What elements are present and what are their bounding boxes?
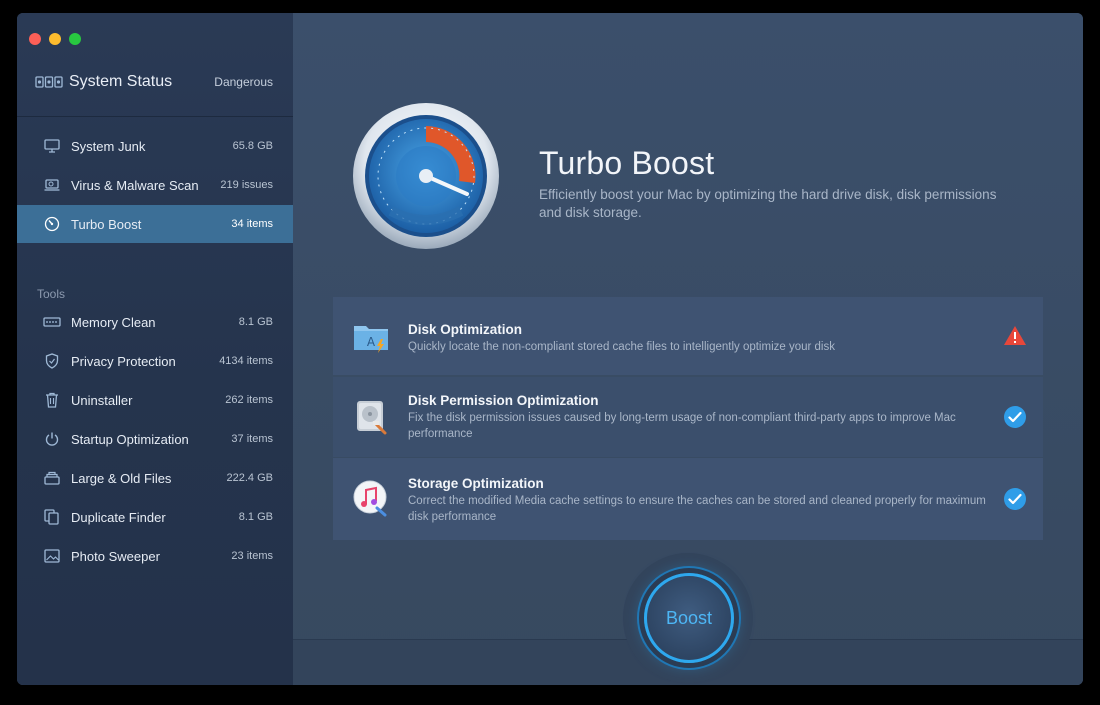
sidebar-divider — [17, 116, 293, 117]
card-title: Disk Optimization — [408, 322, 523, 337]
warning-icon — [1004, 326, 1026, 345]
sidebar-item-virus-malware-scan[interactable]: Virus & Malware Scan 219 issues — [17, 166, 293, 204]
music-note-icon — [353, 480, 387, 517]
sidebar-item-label: System Junk — [71, 138, 146, 154]
sidebar-item-privacy-protection[interactable]: Privacy Protection 4134 items — [17, 342, 293, 380]
check-circle-icon — [1004, 406, 1026, 428]
sidebar-item-uninstaller[interactable]: Uninstaller 262 items — [17, 381, 293, 419]
card-description: Correct the modified Media cache setting… — [408, 495, 986, 523]
sidebar-item-label: Uninstaller — [71, 392, 133, 408]
disk-utility-icon — [357, 401, 387, 435]
sidebar-item-value: 219 issues — [220, 179, 273, 191]
page-title: Turbo Boost — [539, 145, 715, 181]
sidebar-item-label: Photo Sweeper — [71, 548, 160, 564]
photo-icon — [43, 547, 61, 565]
system-status-icon — [35, 76, 63, 88]
sidebar-item-value: 222.4 GB — [226, 472, 273, 484]
memory-chip-icon — [43, 313, 61, 331]
duplicate-icon — [43, 508, 61, 526]
tools-section-label: Tools — [37, 287, 66, 301]
sidebar-item-value: 23 items — [231, 550, 273, 562]
card-disk-optimization[interactable]: A Disk Optimization Quickly locate the n… — [333, 297, 1043, 375]
sidebar-item-startup-optimization[interactable]: Startup Optimization 37 items — [17, 420, 293, 458]
app-folder-icon: A — [354, 326, 388, 353]
main-panel: Turbo Boost Efficiently boost your Mac b… — [293, 13, 1083, 685]
system-status-row[interactable]: System Status Dangerous — [35, 70, 273, 94]
card-description: Fix the disk permission issues caused by… — [408, 412, 956, 440]
card-disk-permission-optimization[interactable]: Disk Permission Optimization Fix the dis… — [333, 377, 1043, 457]
minimize-window-button[interactable] — [49, 33, 61, 45]
system-status-title: System Status — [69, 73, 173, 90]
system-status-value: Dangerous — [214, 75, 273, 89]
laptop-scan-icon — [43, 176, 61, 194]
window-controls — [29, 33, 81, 45]
sidebar-item-system-junk[interactable]: System Junk 65.8 GB — [17, 127, 293, 165]
file-stack-icon — [43, 469, 61, 487]
sidebar-item-value: 34 items — [231, 218, 273, 230]
sidebar-item-value: 4134 items — [219, 355, 273, 367]
card-description: Quickly locate the non-compliant stored … — [408, 341, 835, 353]
trash-icon — [43, 391, 61, 409]
sidebar-item-value: 8.1 GB — [238, 511, 273, 523]
sidebar-item-photo-sweeper[interactable]: Photo Sweeper 23 items — [17, 537, 293, 575]
power-icon — [43, 430, 61, 448]
sidebar-item-turbo-boost[interactable]: Turbo Boost 34 items — [17, 205, 293, 243]
sidebar-item-value: 262 items — [225, 394, 273, 406]
card-title: Storage Optimization — [408, 476, 544, 491]
sidebar-item-memory-clean[interactable]: Memory Clean 8.1 GB — [17, 303, 293, 341]
sidebar-item-label: Privacy Protection — [71, 353, 176, 369]
sidebar-item-label: Duplicate Finder — [71, 509, 166, 525]
card-storage-optimization[interactable]: Storage Optimization Correct the modifie… — [333, 458, 1043, 540]
sidebar-item-label: Large & Old Files — [71, 470, 172, 486]
sidebar-item-duplicate-finder[interactable]: Duplicate Finder 8.1 GB — [17, 498, 293, 536]
sidebar-item-large-old-files[interactable]: Large & Old Files 222.4 GB — [17, 459, 293, 497]
sidebar-item-label: Memory Clean — [71, 314, 156, 330]
zoom-window-button[interactable] — [69, 33, 81, 45]
card-title: Disk Permission Optimization — [408, 393, 599, 408]
boost-button[interactable]: Boost — [644, 573, 734, 663]
sidebar: System Status Dangerous System Junk 65.8… — [17, 13, 293, 685]
sidebar-item-label: Startup Optimization — [71, 431, 189, 447]
app-window: System Status Dangerous System Junk 65.8… — [17, 13, 1083, 685]
sidebar-item-label: Turbo Boost — [71, 216, 142, 232]
sidebar-item-value: 65.8 GB — [232, 140, 273, 152]
close-window-button[interactable] — [29, 33, 41, 45]
shield-icon — [43, 352, 61, 370]
sidebar-item-label: Virus & Malware Scan — [71, 177, 199, 193]
sidebar-item-value: 8.1 GB — [238, 316, 273, 328]
sidebar-item-value: 37 items — [231, 433, 273, 445]
monitor-icon — [43, 137, 61, 155]
speedometer-gauge-icon — [353, 103, 499, 249]
svg-text:A: A — [367, 335, 376, 349]
speedometer-icon — [43, 215, 61, 233]
page-description: Efficiently boost your Mac by optimizing… — [539, 187, 997, 220]
check-circle-icon — [1004, 488, 1026, 510]
